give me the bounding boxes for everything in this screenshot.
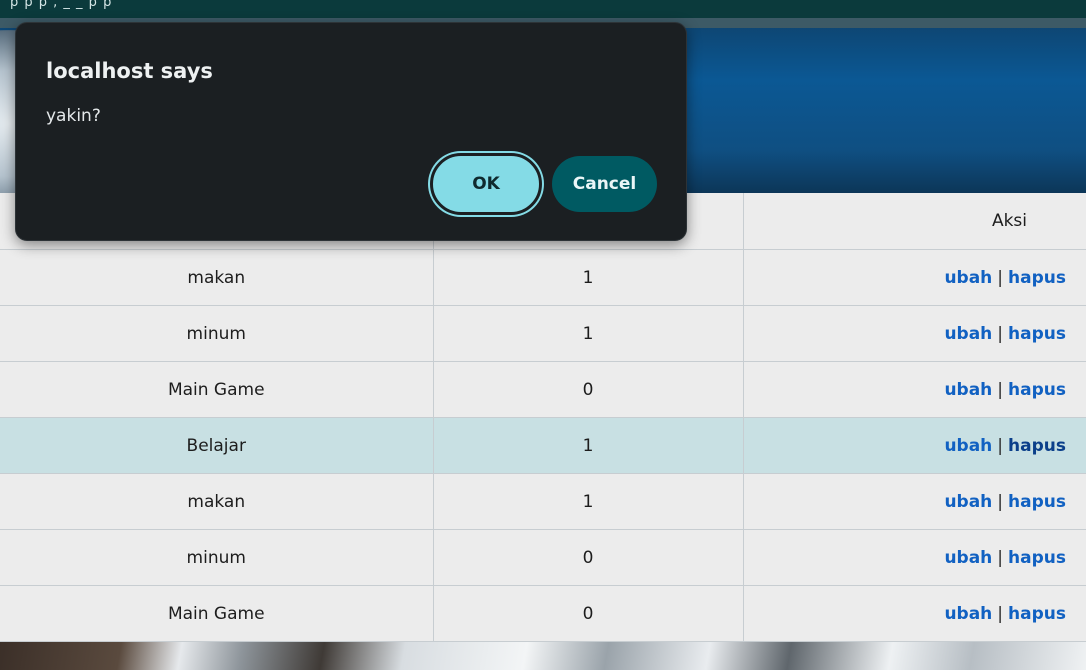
cancel-button[interactable]: Cancel [552, 156, 657, 212]
confirm-dialog: localhost says yakin? OK Cancel [15, 22, 687, 241]
ok-button[interactable]: OK [430, 153, 542, 215]
dialog-title: localhost says [46, 59, 213, 83]
dialog-message: yakin? [46, 106, 101, 126]
